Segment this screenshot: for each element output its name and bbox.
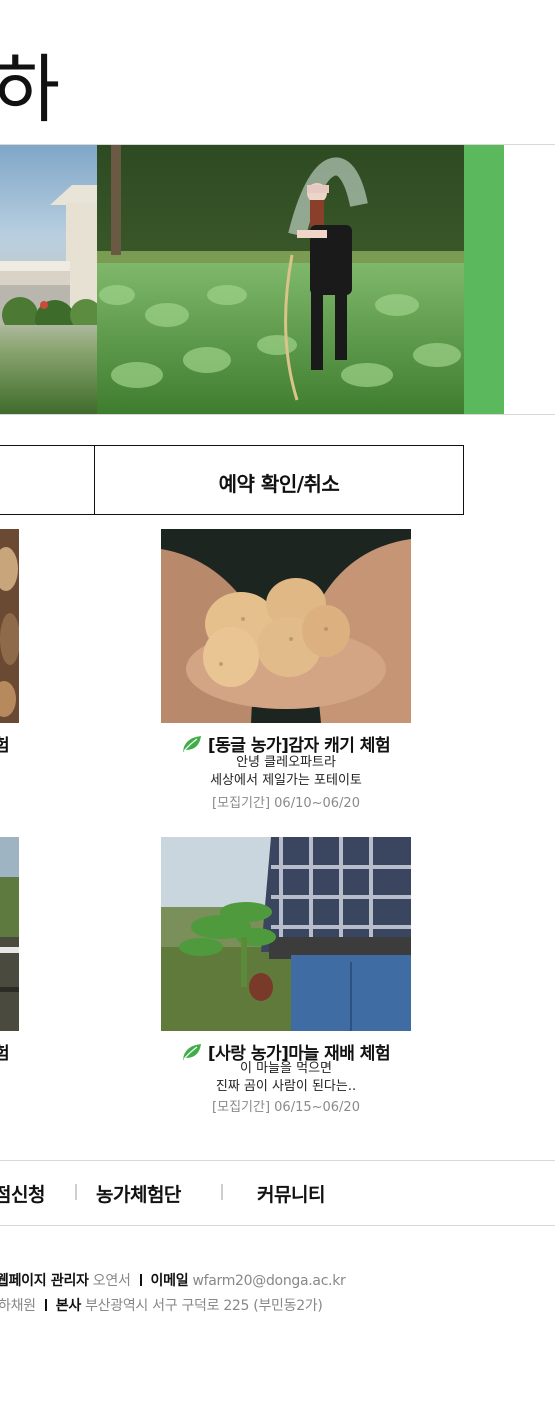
tab-reservation-check[interactable]: 예약 확인/취소 [94, 445, 464, 515]
divider [0, 1225, 555, 1226]
footer-address: 하채원 본사 부산광역시 서구 구덕로 225 (부민동2가) [0, 1295, 323, 1315]
hero-banner [0, 145, 504, 414]
card-period: [모집기간] 06/15~06/20 [212, 1100, 360, 1115]
divider [0, 414, 555, 415]
leaf-icon [182, 1044, 201, 1060]
card-description: 안녕 클레오파트라 세상에서 제일가는 포테이토 [120, 754, 452, 790]
menu-separator [75, 1184, 77, 1200]
card-desc-line: 이 마늘을 먹으면 [240, 1061, 332, 1076]
staff-name: 하채원 [0, 1298, 36, 1314]
card-title-text: [동글 농가]감자 캐기 체험 [207, 736, 391, 756]
banner-image-house [0, 145, 97, 414]
divider [0, 1160, 555, 1161]
banner-image-field [97, 145, 464, 414]
card-image-potato[interactable] [161, 529, 411, 723]
footer-separator [44, 1299, 47, 1311]
card-title-fragment: 험 [0, 1044, 10, 1064]
footer-menu-community[interactable]: 커뮤니티 [257, 1180, 325, 1207]
card-desc-line: 세상에서 제일가는 포테이토 [210, 773, 362, 788]
card-desc-line: 진짜 곰이 사람이 된다는.. [215, 1079, 357, 1094]
house-illustration [0, 185, 97, 325]
thumbnail-left-1[interactable] [0, 529, 19, 723]
footer-separator [139, 1274, 142, 1286]
thumbnail-left-2[interactable] [0, 837, 19, 1031]
card-title-fragment: 험 [0, 736, 10, 756]
office-label: 본사 [55, 1298, 81, 1314]
card-description: 이 마늘을 먹으면 진짜 곰이 사람이 된다는.. [120, 1060, 452, 1096]
tab-label: 예약 확인/취소 [218, 472, 340, 496]
card-desc-line: 안녕 클레오파트라 [236, 755, 336, 770]
email-label: 이메일 [150, 1273, 189, 1289]
footer-contact: 웹페이지 관리자 오연서 이메일 wfarm20@donga.ac.kr [0, 1270, 346, 1290]
potato-photo [161, 529, 411, 723]
field-illustration [97, 145, 464, 414]
banner-accent-strip [464, 145, 504, 414]
page-title: 하 [0, 47, 61, 133]
admin-label: 웹페이지 관리자 [0, 1273, 89, 1289]
thumbnail-image [0, 837, 19, 1031]
thumbnail-image [0, 529, 19, 723]
tab-left[interactable] [0, 445, 95, 515]
footer-menu-apply[interactable]: 점신청 [0, 1180, 45, 1207]
office-address: 부산광역시 서구 구덕로 225 (부민동2가) [85, 1298, 323, 1314]
menu-separator [221, 1184, 223, 1200]
card-title[interactable]: [동글 농가]감자 캐기 체험 [120, 731, 452, 756]
footer-menu-farm-group[interactable]: 농가체험단 [96, 1180, 181, 1207]
admin-name: 오연서 [92, 1273, 131, 1289]
email-link[interactable]: wfarm20@donga.ac.kr [192, 1273, 345, 1289]
card-period: [모집기간] 06/10~06/20 [212, 796, 360, 811]
garlic-photo [161, 837, 411, 1031]
leaf-icon [182, 736, 201, 752]
card-image-garlic[interactable] [161, 837, 411, 1031]
